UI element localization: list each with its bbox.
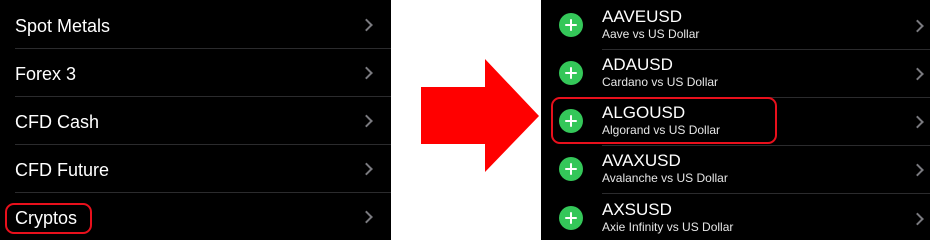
symbol-description: Algorand vs US Dollar [602, 123, 721, 137]
category-item-spot-metals[interactable]: Spot Metals [0, 1, 391, 49]
chevron-right-icon [911, 212, 924, 225]
category-list-panel: Spot Metals Forex 3 CFD Cash CFD Future … [0, 0, 391, 240]
category-label: Spot Metals [15, 16, 111, 36]
symbol-item-aaveusd[interactable]: AAVEUSD Aave vs US Dollar [541, 1, 930, 50]
category-label: CFD Future [15, 160, 110, 180]
chevron-right-icon [360, 114, 373, 128]
chevron-right-icon [360, 210, 373, 224]
plus-circle-icon[interactable] [559, 13, 583, 37]
symbol-item-axsusd[interactable]: AXSUSD Axie Infinity vs US Dollar [541, 194, 930, 240]
chevron-right-icon [911, 67, 924, 80]
chevron-right-icon [911, 115, 924, 128]
symbol-name: ADAUSD [602, 55, 673, 74]
arrow-shape [421, 59, 539, 172]
symbol-name: AAVEUSD [602, 7, 682, 26]
symbol-name: ALGOUSD [602, 103, 686, 122]
category-label: CFD Cash [15, 112, 100, 132]
chevron-right-icon [911, 163, 924, 176]
category-item-cfd-future[interactable]: CFD Future [0, 145, 391, 193]
symbol-name: AXSUSD [602, 200, 672, 219]
category-item-cryptos[interactable]: Cryptos [0, 193, 391, 240]
plus-circle-icon[interactable] [559, 109, 583, 133]
right-arrow-icon [421, 59, 539, 172]
symbol-description: Axie Infinity vs US Dollar [602, 220, 734, 234]
category-item-forex-3[interactable]: Forex 3 [0, 49, 391, 97]
chevron-right-icon [360, 18, 373, 32]
symbol-description: Aave vs US Dollar [602, 27, 700, 41]
symbol-name: AVAXUSD [602, 151, 681, 170]
symbol-list-panel: AAVEUSD Aave vs US Dollar ADAUSD Cardano… [541, 0, 930, 240]
chevron-right-icon [360, 162, 373, 176]
symbol-item-adausd[interactable]: ADAUSD Cardano vs US Dollar [541, 49, 930, 98]
symbol-description: Avalanche vs US Dollar [602, 171, 728, 185]
plus-circle-icon[interactable] [559, 61, 583, 85]
chevron-right-icon [360, 66, 373, 80]
category-label: Cryptos [15, 208, 78, 228]
category-item-cfd-cash[interactable]: CFD Cash [0, 97, 391, 145]
symbol-item-algousd[interactable]: ALGOUSD Algorand vs US Dollar [541, 97, 930, 146]
symbol-item-avaxusd[interactable]: AVAXUSD Avalanche vs US Dollar [541, 145, 930, 194]
plus-circle-icon[interactable] [559, 206, 583, 230]
symbol-description: Cardano vs US Dollar [602, 75, 719, 89]
category-label: Forex 3 [15, 64, 77, 84]
plus-circle-icon[interactable] [559, 157, 583, 181]
chevron-right-icon [911, 19, 924, 32]
